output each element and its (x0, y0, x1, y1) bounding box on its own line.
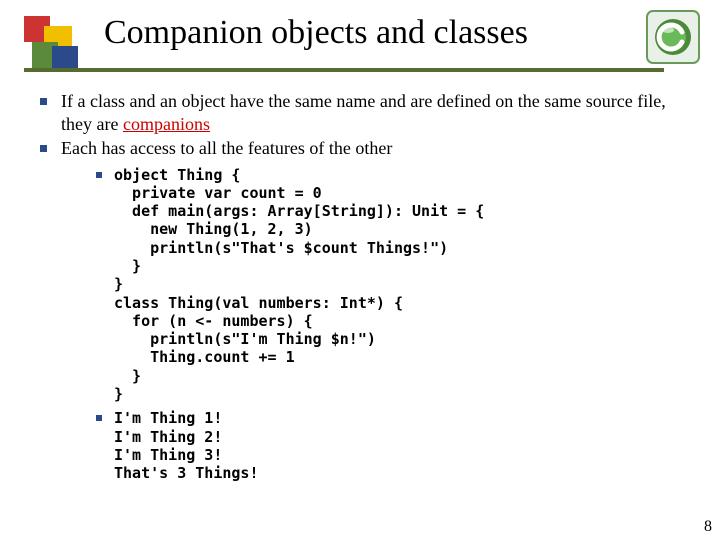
slide: Companion objects and classes If a class… (0, 0, 720, 540)
code-block-2: I'm Thing 1! I'm Thing 2! I'm Thing 3! T… (114, 409, 259, 482)
title-underline (24, 68, 664, 72)
bullet-marker-icon (40, 98, 47, 105)
slide-body: If a class and an object have the same n… (40, 90, 680, 485)
page-number: 8 (704, 518, 712, 536)
sub-bullet-2: I'm Thing 1! I'm Thing 2! I'm Thing 3! T… (96, 409, 680, 482)
bullet-marker-icon (96, 415, 102, 421)
slide-title: Companion objects and classes (104, 14, 528, 52)
bullet-marker-icon (40, 145, 47, 152)
code-block-1: object Thing { private var count = 0 def… (114, 166, 484, 404)
bullet-2-text: Each has access to all the features of t… (61, 137, 680, 160)
bullet-1: If a class and an object have the same n… (40, 90, 680, 135)
slide-theme-logo (24, 16, 82, 74)
c-language-badge-icon (646, 10, 700, 64)
bullet-1-text: If a class and an object have the same n… (61, 90, 680, 135)
bullet-1-emph: companions (123, 114, 210, 134)
sub-bullet-1: object Thing { private var count = 0 def… (96, 166, 680, 404)
bullet-2: Each has access to all the features of t… (40, 137, 680, 160)
bullet-marker-icon (96, 172, 102, 178)
